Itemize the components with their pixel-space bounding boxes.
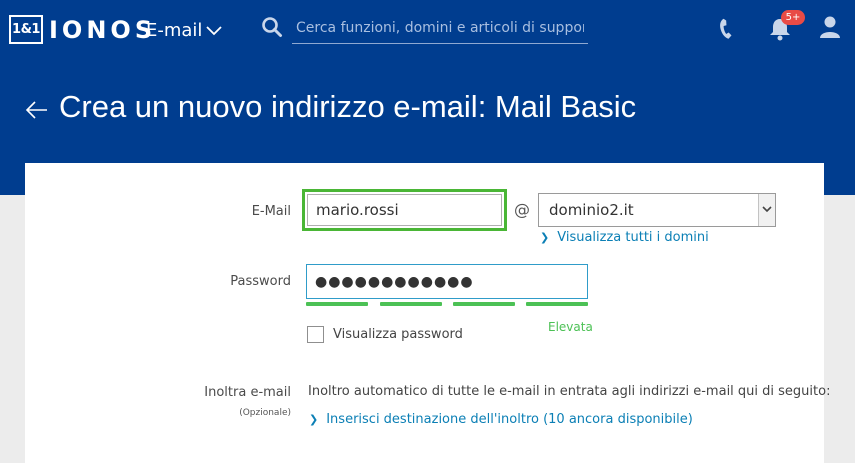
email-field[interactable] (307, 194, 502, 226)
app-switcher-label: E-mail (146, 20, 203, 41)
password-strength-segment (526, 302, 588, 306)
password-field[interactable] (306, 264, 588, 299)
chevron-right-icon: ❯ (309, 413, 319, 426)
search-input[interactable] (292, 12, 588, 44)
chevron-right-icon: ❯ (540, 231, 550, 244)
add-forward-destination-label: Inserisci destinazione dell'inoltro (10 … (326, 412, 693, 427)
brand-logo-text[interactable]: IONOS (49, 13, 156, 47)
brand-logo-box[interactable]: 1&1 (9, 15, 43, 44)
password-label: Password (230, 274, 291, 289)
show-password-label[interactable]: Visualizza password (333, 327, 463, 342)
domain-select[interactable]: dominio2.it (538, 193, 776, 227)
notification-badge: 5+ (781, 10, 805, 25)
show-all-domains-link[interactable]: ❯ Visualizza tutti i domini (540, 229, 709, 247)
domain-select-value: dominio2.it (549, 201, 634, 219)
forward-optional-label: (Opzionale) (239, 408, 291, 418)
show-all-domains-label: Visualizza tutti i domini (557, 230, 709, 245)
page-title: Crea un nuovo indirizzo e-mail: Mail Bas… (59, 89, 637, 124)
show-password-checkbox[interactable] (307, 326, 324, 343)
forward-description: Inoltro automatico di tutte le e-mail in… (308, 384, 831, 399)
phone-icon[interactable] (715, 17, 739, 41)
add-forward-destination-link[interactable]: ❯ Inserisci destinazione dell'inoltro (10… (309, 411, 693, 429)
password-strength-segment (306, 302, 368, 306)
domain-select-toggle[interactable] (758, 194, 775, 226)
at-sign: @ (514, 200, 530, 219)
chevron-down-icon (206, 26, 223, 36)
search-icon[interactable] (261, 16, 283, 38)
email-field-focus-ring (302, 189, 507, 231)
password-strength-segment (380, 302, 442, 306)
forward-email-label: Inoltra e-mail (204, 385, 291, 400)
user-icon[interactable] (819, 15, 841, 39)
email-label: E-Mail (251, 204, 291, 219)
chevron-down-icon (762, 206, 772, 213)
password-strength-segment (453, 302, 515, 306)
password-strength-label: Elevata (548, 320, 593, 334)
top-navigation-bar: 1&1 IONOS E-mail 5+ (0, 0, 855, 62)
app-switcher[interactable]: E-mail (146, 17, 223, 45)
back-arrow-icon[interactable] (25, 100, 49, 120)
